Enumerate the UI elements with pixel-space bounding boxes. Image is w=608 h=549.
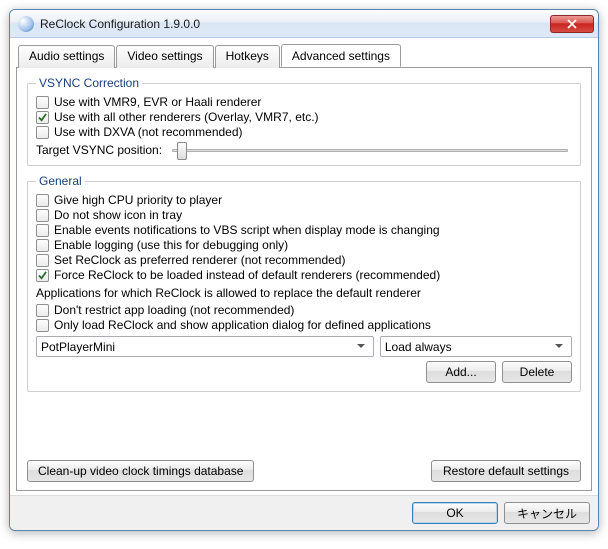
checkbox-use-dxva[interactable] (36, 126, 49, 139)
group-vsync-legend: VSYNC Correction (36, 76, 142, 90)
close-button[interactable] (550, 15, 594, 33)
group-general-legend: General (36, 174, 85, 188)
combo-application-value: PotPlayerMini (41, 340, 115, 354)
tab-advanced-settings[interactable]: Advanced settings (281, 44, 401, 67)
label-preferred-renderer: Set ReClock as preferred renderer (not r… (54, 253, 345, 267)
delete-button[interactable]: Delete (502, 361, 572, 383)
label-no-tray-icon: Do not show icon in tray (54, 208, 182, 222)
tab-audio-settings[interactable]: Audio settings (18, 45, 115, 68)
checkbox-force-load[interactable] (36, 269, 49, 282)
slider-target-vsync[interactable] (172, 149, 568, 152)
label-high-cpu: Give high CPU priority to player (54, 193, 222, 207)
combo-load-mode-value: Load always (385, 340, 452, 354)
chevron-down-icon (551, 337, 567, 356)
checkbox-preferred-renderer[interactable] (36, 254, 49, 267)
dialog-window: ReClock Configuration 1.9.0.0 Audio sett… (9, 9, 599, 531)
chevron-down-icon (353, 337, 369, 356)
label-force-load: Force ReClock to be loaded instead of de… (54, 268, 440, 282)
label-dont-restrict: Don't restrict app loading (not recommen… (54, 303, 294, 317)
tab-hotkeys[interactable]: Hotkeys (215, 45, 280, 68)
checkbox-no-tray-icon[interactable] (36, 209, 49, 222)
cleanup-button[interactable]: Clean-up video clock timings database (27, 460, 254, 482)
checkbox-events-vbs[interactable] (36, 224, 49, 237)
dialog-button-bar: OK キャンセル (10, 495, 598, 530)
label-only-defined: Only load ReClock and show application d… (54, 318, 431, 332)
checkbox-use-other-renderers[interactable] (36, 111, 49, 124)
label-target-vsync: Target VSYNC position: (36, 143, 162, 157)
tab-video-settings[interactable]: Video settings (116, 45, 213, 68)
label-events-vbs: Enable events notifications to VBS scrip… (54, 223, 440, 237)
window-title: ReClock Configuration 1.9.0.0 (40, 17, 550, 31)
group-general: General Give high CPU priority to player… (27, 174, 581, 392)
add-button[interactable]: Add... (426, 361, 496, 383)
checkbox-enable-logging[interactable] (36, 239, 49, 252)
ok-button[interactable]: OK (412, 502, 498, 524)
checkbox-dont-restrict[interactable] (36, 304, 49, 317)
checkbox-high-cpu[interactable] (36, 194, 49, 207)
client-area: Audio settings Video settings Hotkeys Ad… (10, 38, 598, 495)
tab-panel-advanced: VSYNC Correction Use with VMR9, EVR or H… (16, 67, 592, 491)
close-icon (567, 19, 577, 29)
label-enable-logging: Enable logging (use this for debugging o… (54, 238, 288, 252)
combo-load-mode[interactable]: Load always (380, 336, 572, 357)
titlebar[interactable]: ReClock Configuration 1.9.0.0 (10, 10, 598, 38)
checkbox-only-defined[interactable] (36, 319, 49, 332)
label-use-vmr9: Use with VMR9, EVR or Haali renderer (54, 95, 261, 109)
restore-defaults-button[interactable]: Restore default settings (431, 460, 581, 482)
label-apps-section: Applications for which ReClock is allowe… (36, 286, 572, 300)
label-use-dxva: Use with DXVA (not recommended) (54, 125, 243, 139)
combo-application[interactable]: PotPlayerMini (36, 336, 374, 357)
group-vsync-correction: VSYNC Correction Use with VMR9, EVR or H… (27, 76, 581, 166)
checkbox-use-vmr9[interactable] (36, 96, 49, 109)
slider-thumb[interactable] (177, 142, 187, 160)
app-icon (18, 16, 34, 32)
cancel-button[interactable]: キャンセル (504, 502, 590, 524)
label-use-other-renderers: Use with all other renderers (Overlay, V… (54, 110, 319, 124)
tabstrip: Audio settings Video settings Hotkeys Ad… (16, 45, 592, 68)
